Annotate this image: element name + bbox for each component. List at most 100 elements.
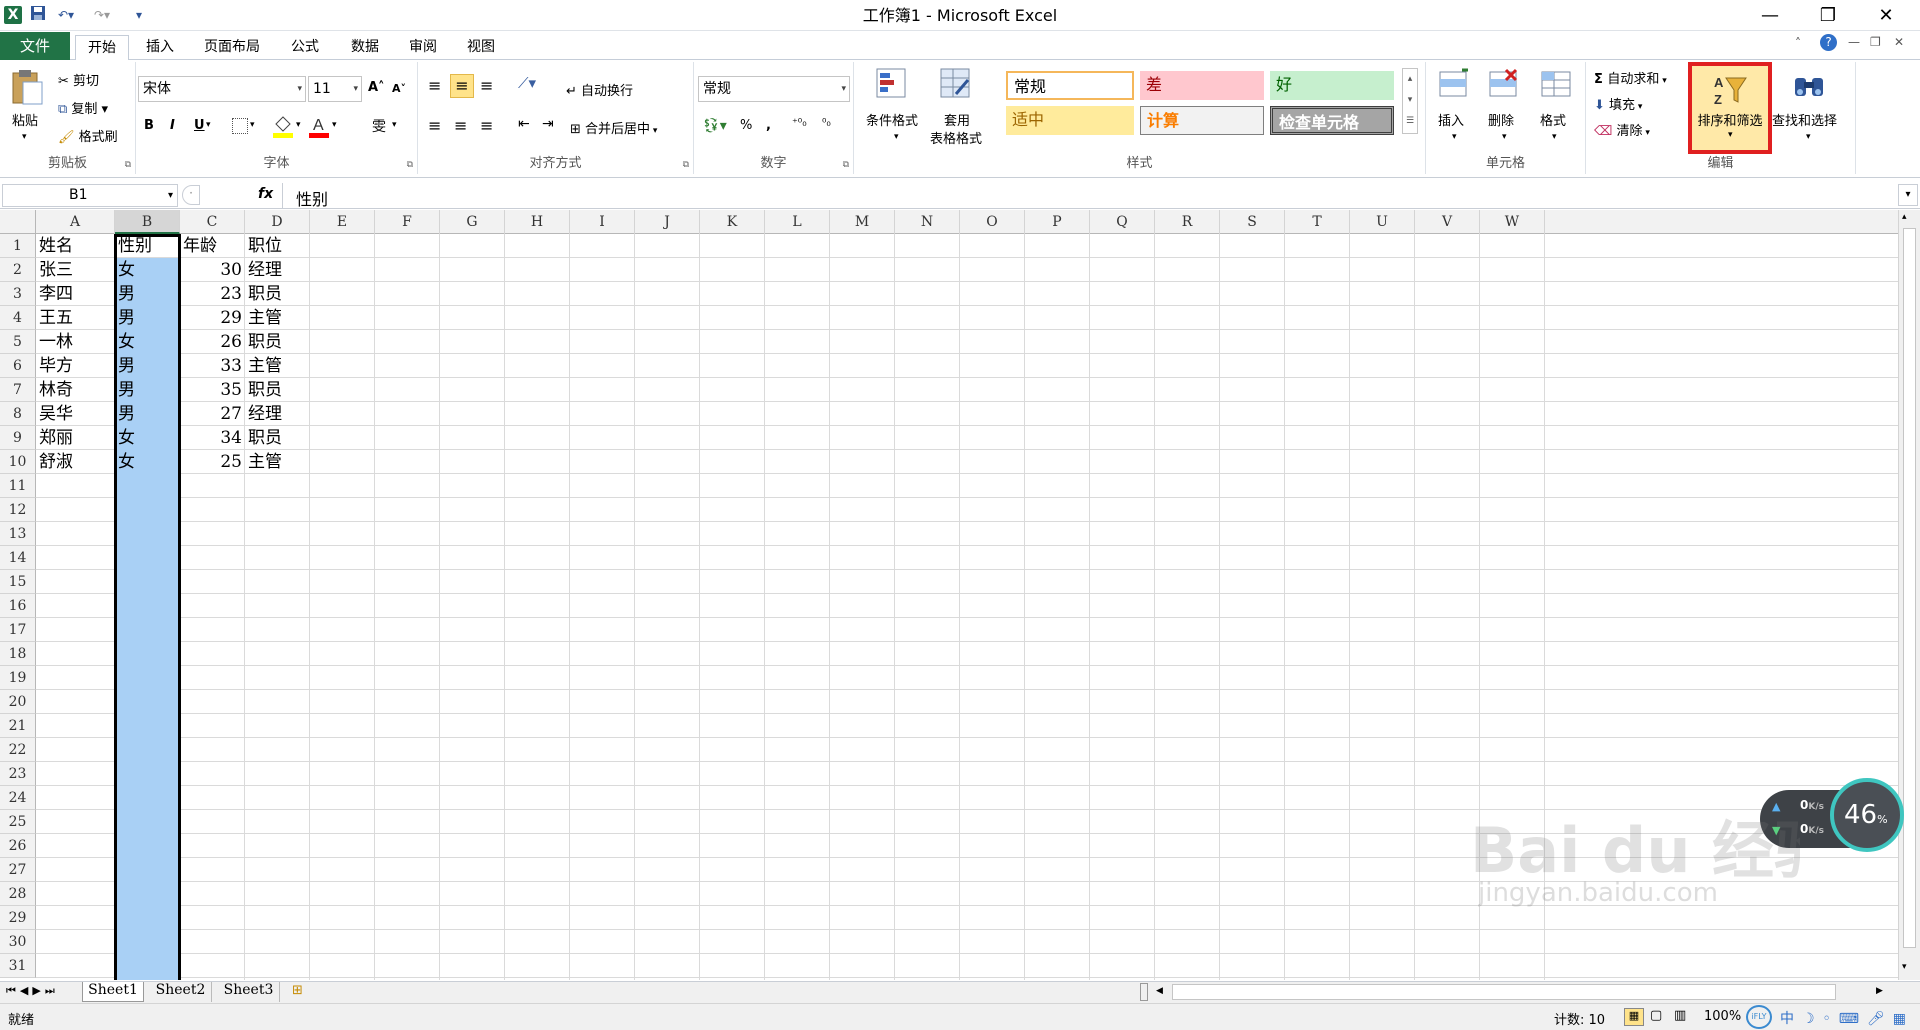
expand-formula-icon[interactable]: ▾ xyxy=(1898,184,1918,206)
column-header-v[interactable]: V xyxy=(1415,210,1480,234)
cell-b7[interactable]: 男 xyxy=(118,378,177,402)
column-header-a[interactable]: A xyxy=(36,210,115,234)
decrease-indent-icon[interactable]: ⇤ xyxy=(518,116,530,132)
row-header-22[interactable]: 22 xyxy=(0,738,36,762)
phonetic-dropdown-icon[interactable]: ▾ xyxy=(392,120,397,130)
row-header-23[interactable]: 23 xyxy=(0,762,36,786)
column-header-n[interactable]: N xyxy=(895,210,960,234)
row-header-7[interactable]: 7 xyxy=(0,378,36,402)
increase-decimal-button[interactable]: ⁺⁰₀ xyxy=(792,116,807,129)
scroll-down-icon[interactable]: ▾ xyxy=(1902,962,1907,972)
restore-icon[interactable]: ❐ xyxy=(1800,0,1856,31)
cell-c7[interactable]: 35 xyxy=(183,378,242,402)
fill-color-dropdown-icon[interactable]: ▾ xyxy=(296,120,301,130)
cell-c10[interactable]: 25 xyxy=(183,450,242,474)
horizontal-scroll-thumb[interactable] xyxy=(1172,984,1836,1000)
italic-button[interactable]: I xyxy=(170,118,175,133)
cell-c2[interactable]: 30 xyxy=(183,258,242,282)
formula-input[interactable]: 性别 xyxy=(296,186,328,210)
name-box[interactable]: B1 ▾ xyxy=(2,184,178,207)
memory-usage-badge[interactable]: 46% xyxy=(1830,778,1904,852)
cell-c9[interactable]: 34 xyxy=(183,426,242,450)
borders-dropdown-icon[interactable]: ▾ xyxy=(250,120,255,130)
align-bottom-icon[interactable]: ≡ xyxy=(480,76,493,95)
fill-button[interactable]: ⬇ 填充 ▾ xyxy=(1594,94,1642,113)
row-header-24[interactable]: 24 xyxy=(0,786,36,810)
sheet-nav-icons[interactable]: ⏮◀▶⏭ xyxy=(6,984,59,998)
row-header-16[interactable]: 16 xyxy=(0,594,36,618)
delete-cells-button[interactable]: 删除 xyxy=(1488,110,1514,129)
styles-scroll[interactable]: ▴ ▾ ☰ xyxy=(1402,68,1418,134)
scroll-left-icon[interactable]: ◀ xyxy=(1156,986,1163,996)
minimize-icon[interactable]: — xyxy=(1742,0,1798,31)
scroll-up-icon[interactable]: ▴ xyxy=(1902,212,1907,222)
cut-button[interactable]: ✂ 剪切 xyxy=(58,70,99,89)
name-box-resize[interactable]: · xyxy=(182,185,200,205)
cell-c4[interactable]: 29 xyxy=(183,306,242,330)
font-color-dropdown-icon[interactable]: ▾ xyxy=(332,120,337,130)
delete-dropdown-icon[interactable]: ▾ xyxy=(1502,132,1507,142)
select-all-corner[interactable] xyxy=(0,210,36,234)
tab-file[interactable]: 文件 xyxy=(0,32,70,61)
cell-a3[interactable]: 李四 xyxy=(39,282,112,306)
row-header-28[interactable]: 28 xyxy=(0,882,36,906)
underline-button[interactable]: U xyxy=(194,118,205,133)
row-header-20[interactable]: 20 xyxy=(0,690,36,714)
style-normal[interactable]: 常规 xyxy=(1006,71,1134,100)
column-header-q[interactable]: Q xyxy=(1090,210,1155,234)
column-header-b[interactable]: B xyxy=(115,210,180,234)
cell-b8[interactable]: 男 xyxy=(118,402,177,426)
column-header-j[interactable]: J xyxy=(635,210,700,234)
row-header-12[interactable]: 12 xyxy=(0,498,36,522)
row-header-19[interactable]: 19 xyxy=(0,666,36,690)
doc-restore-icon[interactable]: ❐ xyxy=(1870,35,1881,49)
cell-b3[interactable]: 男 xyxy=(118,282,177,306)
cell-b6[interactable]: 男 xyxy=(118,354,177,378)
binoculars-icon[interactable] xyxy=(1792,68,1826,106)
align-top-icon[interactable]: ≡ xyxy=(428,76,441,95)
bold-button[interactable]: B xyxy=(144,118,154,133)
doc-minimize-icon[interactable]: — xyxy=(1848,35,1860,49)
cell-a1[interactable]: 姓名 xyxy=(39,234,112,258)
style-calculation[interactable]: 计算 xyxy=(1140,106,1264,135)
cell-b2[interactable]: 女 xyxy=(118,258,177,282)
font-color-icon[interactable]: A xyxy=(308,114,330,142)
autosum-button[interactable]: Σ 自动求和 ▾ xyxy=(1594,68,1667,87)
clear-button[interactable]: ⌫ 清除 ▾ xyxy=(1594,120,1650,139)
column-header-g[interactable]: G xyxy=(440,210,505,234)
column-header-t[interactable]: T xyxy=(1285,210,1350,234)
clipboard-launcher-icon[interactable]: ⧉ xyxy=(125,160,131,170)
alignment-launcher-icon[interactable]: ⧉ xyxy=(683,160,689,170)
row-header-15[interactable]: 15 xyxy=(0,570,36,594)
row-header-6[interactable]: 6 xyxy=(0,354,36,378)
row-header-26[interactable]: 26 xyxy=(0,834,36,858)
cell-d10[interactable]: 主管 xyxy=(248,450,307,474)
column-header-h[interactable]: H xyxy=(505,210,570,234)
new-sheet-icon[interactable]: ⊞ xyxy=(292,983,303,998)
format-dropdown-icon[interactable]: ▾ xyxy=(1552,132,1557,142)
comma-button[interactable]: , xyxy=(766,118,771,133)
page-layout-view-icon[interactable]: ▢ xyxy=(1650,1008,1662,1023)
format-as-table-label-1[interactable]: 套用 xyxy=(944,110,970,129)
page-break-view-icon[interactable]: ▥ xyxy=(1674,1008,1686,1023)
row-header-10[interactable]: 10 xyxy=(0,450,36,474)
paste-icon[interactable] xyxy=(10,68,44,106)
cell-d8[interactable]: 经理 xyxy=(248,402,307,426)
help-icon[interactable]: ? xyxy=(1820,34,1837,51)
align-middle-icon[interactable]: ≡ xyxy=(450,74,474,98)
cell-a10[interactable]: 舒淑 xyxy=(39,450,112,474)
format-as-table-label-2[interactable]: 表格格式 xyxy=(930,128,982,147)
tab-view[interactable]: 视图 xyxy=(456,35,506,61)
row-header-13[interactable]: 13 xyxy=(0,522,36,546)
format-painter-button[interactable]: 🖌︎ 格式刷 xyxy=(58,126,118,145)
font-name-select[interactable]: 宋体 ▾ xyxy=(138,76,306,102)
cell-c1[interactable]: 年龄 xyxy=(183,234,242,258)
doc-close-icon[interactable]: ✕ xyxy=(1894,35,1904,49)
row-header-29[interactable]: 29 xyxy=(0,906,36,930)
insert-cells-icon[interactable] xyxy=(1438,68,1470,104)
cell-d5[interactable]: 职员 xyxy=(248,330,307,354)
cell-a4[interactable]: 王五 xyxy=(39,306,112,330)
align-center-icon[interactable]: ≡ xyxy=(454,116,467,135)
format-as-table-icon[interactable] xyxy=(938,66,972,104)
tab-insert[interactable]: 插入 xyxy=(135,35,185,61)
